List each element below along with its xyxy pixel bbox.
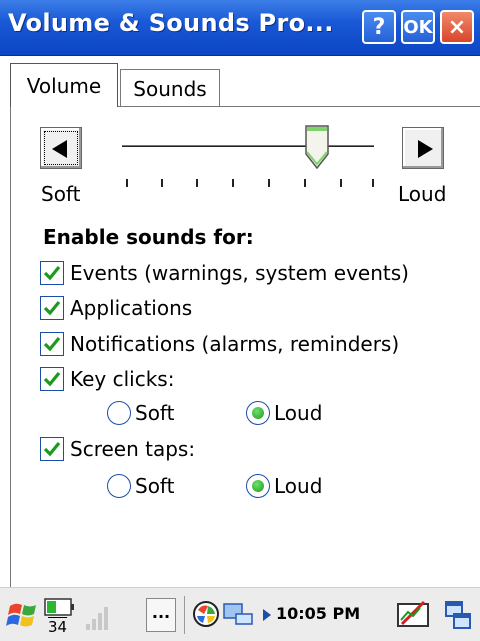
overflow-button[interactable]: ...	[146, 598, 176, 632]
screen-taps-loud-label: Loud	[274, 474, 323, 498]
radio-selected-dot	[252, 480, 264, 492]
arrow-left-icon	[52, 140, 67, 158]
checkmark-icon	[43, 300, 61, 316]
screen-taps-soft-label: Soft	[135, 474, 175, 498]
battery-gauge-icon	[44, 598, 74, 616]
start-windows-logo-icon[interactable]	[6, 600, 40, 630]
taskbar: 34 ... 10:05 PM	[0, 587, 480, 641]
slider-tick	[268, 179, 270, 187]
volume-loud-label: Loud	[398, 182, 447, 206]
key-clicks-soft-radio-row[interactable]: Soft	[107, 398, 174, 428]
tab-divider	[118, 106, 480, 107]
volume-slider-thumb[interactable]	[304, 124, 330, 170]
slider-tick	[232, 179, 234, 187]
slider-tick	[196, 179, 198, 187]
battery-icon[interactable]: 34	[44, 596, 76, 636]
notifications-checkbox-row[interactable]: Notifications (alarms, reminders)	[40, 329, 399, 359]
tab-volume[interactable]: Volume	[10, 63, 118, 107]
events-checkbox-row[interactable]: Events (warnings, system events)	[40, 258, 409, 288]
checkmark-icon	[43, 265, 61, 281]
applications-label: Applications	[70, 296, 193, 320]
enable-sounds-heading: Enable sounds for:	[43, 225, 254, 249]
key-clicks-loud-radio-row[interactable]: Loud	[246, 398, 322, 428]
screen-taps-soft-radio[interactable]	[107, 474, 131, 498]
slider-tick	[372, 179, 374, 187]
volume-soft-label: Soft	[41, 182, 81, 206]
taskbar-separator	[184, 596, 185, 634]
key-clicks-checkbox-row[interactable]: Key clicks:	[40, 364, 174, 394]
clock[interactable]: 10:05 PM	[276, 604, 360, 623]
panel-border	[10, 107, 11, 587]
battery-level-text: 34	[48, 618, 68, 636]
key-clicks-soft-radio[interactable]	[107, 401, 131, 425]
slider-tick	[126, 179, 128, 187]
screen-taps-checkbox[interactable]	[40, 437, 64, 461]
switch-windows-icon[interactable]	[442, 598, 474, 632]
sync-connection-icon[interactable]	[222, 600, 256, 628]
screen-taps-label: Screen taps:	[70, 437, 196, 461]
key-clicks-label: Key clicks:	[70, 367, 175, 391]
screen-taps-loud-radio-row[interactable]: Loud	[246, 471, 322, 501]
checkmark-icon	[43, 371, 61, 387]
key-clicks-checkbox[interactable]	[40, 367, 64, 391]
tray-expand-arrow-icon[interactable]	[262, 608, 272, 622]
key-clicks-soft-label: Soft	[135, 401, 175, 425]
screen-taps-checkbox-row[interactable]: Screen taps:	[40, 434, 195, 464]
checkmark-icon	[43, 441, 61, 457]
events-checkbox[interactable]	[40, 261, 64, 285]
slider-tick	[161, 179, 163, 187]
slider-tick	[340, 179, 342, 187]
ok-button[interactable]: OK	[401, 10, 435, 44]
tab-sounds[interactable]: Sounds	[120, 69, 220, 107]
radio-selected-dot	[252, 407, 264, 419]
title-bar: Volume & Sounds Pro... ? OK ×	[0, 0, 480, 56]
notifications-checkbox[interactable]	[40, 332, 64, 356]
close-button[interactable]: ×	[440, 10, 474, 44]
applications-checkbox[interactable]	[40, 296, 64, 320]
volume-slider-track[interactable]	[122, 145, 374, 148]
screen-taps-soft-radio-row[interactable]: Soft	[107, 471, 174, 501]
help-button[interactable]: ?	[362, 10, 396, 44]
input-panel-icon[interactable]	[396, 598, 430, 632]
events-label: Events (warnings, system events)	[70, 261, 409, 285]
slider-tick	[304, 179, 306, 187]
signal-strength-icon[interactable]	[84, 602, 112, 632]
volume-down-button[interactable]	[40, 127, 82, 169]
checkmark-icon	[43, 336, 61, 352]
screen-taps-loud-radio[interactable]	[246, 474, 270, 498]
applications-checkbox-row[interactable]: Applications	[40, 293, 192, 323]
arrow-right-icon	[418, 140, 433, 158]
network-globe-icon[interactable]	[192, 600, 220, 628]
notifications-label: Notifications (alarms, reminders)	[70, 332, 400, 356]
volume-up-button[interactable]	[402, 127, 444, 169]
window-title: Volume & Sounds Pro...	[8, 9, 334, 37]
key-clicks-loud-radio[interactable]	[246, 401, 270, 425]
key-clicks-loud-label: Loud	[274, 401, 323, 425]
